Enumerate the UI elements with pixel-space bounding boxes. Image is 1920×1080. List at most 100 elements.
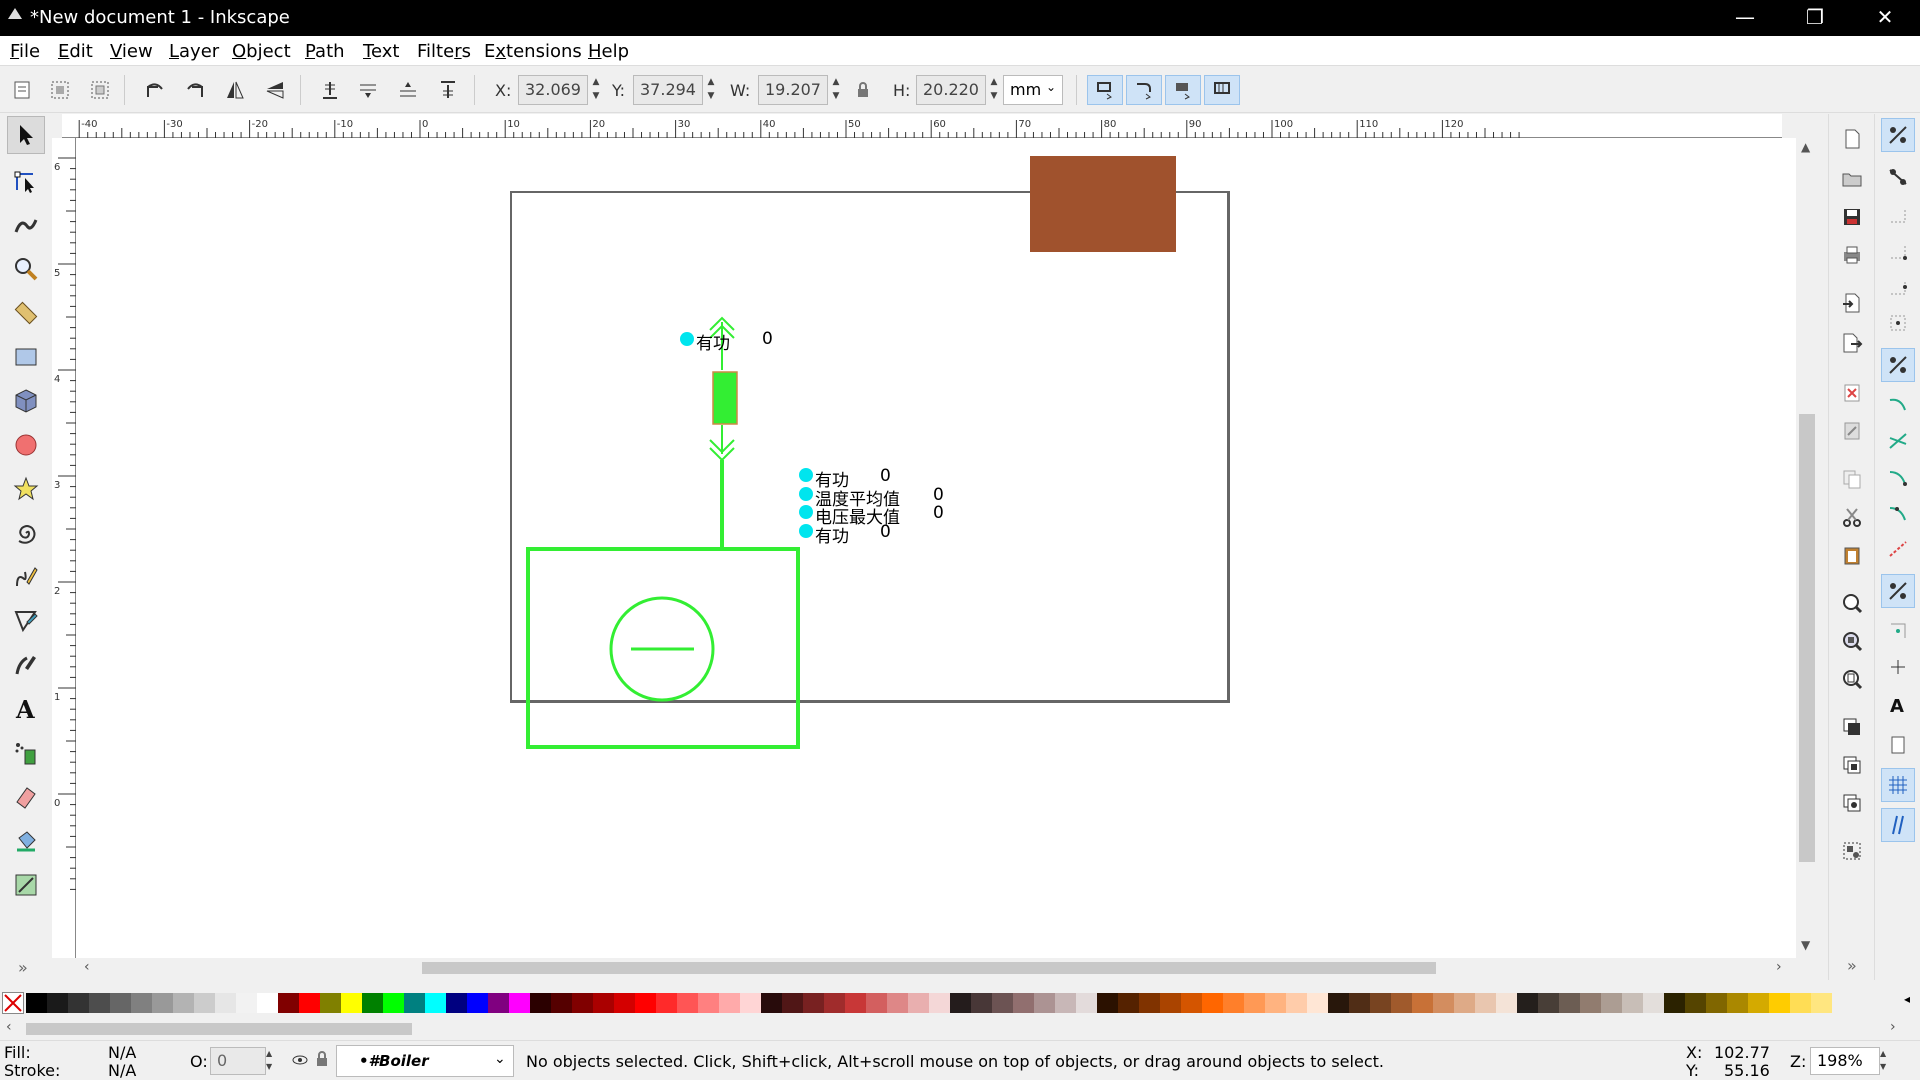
color-swatch[interactable]: [824, 993, 845, 1013]
value-row1[interactable]: 0: [880, 466, 891, 486]
opacity-input[interactable]: 0: [210, 1047, 266, 1075]
color-swatch[interactable]: [257, 993, 278, 1013]
color-swatch[interactable]: [47, 993, 68, 1013]
color-swatch[interactable]: [1706, 993, 1727, 1013]
paint-bucket-tool-icon[interactable]: [7, 822, 45, 860]
color-swatch[interactable]: [1727, 993, 1748, 1013]
menu-extensions[interactable]: Extensions: [484, 41, 582, 62]
palette-scroll-thumb[interactable]: [26, 1023, 412, 1035]
color-swatch[interactable]: [488, 993, 509, 1013]
color-swatch[interactable]: [1643, 993, 1664, 1013]
color-swatch[interactable]: [425, 993, 446, 1013]
color-swatch[interactable]: [1097, 993, 1118, 1013]
color-swatch[interactable]: [677, 993, 698, 1013]
selector-tool-icon[interactable]: [7, 116, 45, 154]
color-swatch[interactable]: [1475, 993, 1496, 1013]
color-swatch[interactable]: [299, 993, 320, 1013]
duplicate-icon[interactable]: [1835, 710, 1869, 744]
menu-file[interactable]: File: [10, 41, 40, 62]
color-swatch[interactable]: [1748, 993, 1769, 1013]
color-swatch[interactable]: [1391, 993, 1412, 1013]
import-icon[interactable]: [1835, 286, 1869, 320]
pencil-tool-icon[interactable]: [7, 558, 45, 596]
color-swatch[interactable]: [1076, 993, 1097, 1013]
color-swatch[interactable]: [446, 993, 467, 1013]
spiral-tool-icon[interactable]: [7, 514, 45, 552]
snap-bbox-midpoints-icon[interactable]: [1881, 270, 1915, 304]
status-dot[interactable]: [799, 468, 813, 482]
horizontal-scroll-thumb[interactable]: [422, 962, 1436, 974]
color-swatch[interactable]: [341, 993, 362, 1013]
color-swatch[interactable]: [1559, 993, 1580, 1013]
x-input[interactable]: 32.069: [518, 75, 588, 105]
color-swatch[interactable]: [1223, 993, 1244, 1013]
y-input[interactable]: 37.294: [633, 75, 703, 105]
export-icon[interactable]: [1835, 326, 1869, 360]
pen-tool-icon[interactable]: [7, 602, 45, 640]
open-icon[interactable]: [1835, 162, 1869, 196]
snap-enable-icon[interactable]: [1881, 118, 1915, 152]
color-swatch[interactable]: [1601, 993, 1622, 1013]
zoom-selection-icon[interactable]: [1835, 586, 1869, 620]
value-top[interactable]: 0: [762, 329, 773, 349]
rotate-cw-icon[interactable]: [180, 75, 210, 105]
color-swatch[interactable]: [1454, 993, 1475, 1013]
color-swatch[interactable]: [1139, 993, 1160, 1013]
color-swatch[interactable]: [1412, 993, 1433, 1013]
redo-icon[interactable]: [1835, 414, 1869, 448]
color-swatch[interactable]: [1769, 993, 1790, 1013]
status-dot[interactable]: [799, 505, 813, 519]
stroke-value[interactable]: N/A: [108, 1061, 136, 1080]
menu-view[interactable]: View: [110, 41, 153, 62]
value-row2[interactable]: 0: [933, 485, 944, 505]
color-swatch[interactable]: [572, 993, 593, 1013]
lower-icon[interactable]: [353, 75, 383, 105]
color-swatch[interactable]: [908, 993, 929, 1013]
color-swatch[interactable]: [236, 993, 257, 1013]
print-icon[interactable]: [1835, 238, 1869, 272]
raise-icon[interactable]: [393, 75, 423, 105]
eraser-tool-icon[interactable]: [7, 778, 45, 816]
snap-bbox-icon[interactable]: [1881, 160, 1915, 194]
tweak-tool-icon[interactable]: [7, 206, 45, 244]
group-icon[interactable]: [1835, 834, 1869, 868]
spray-tool-icon[interactable]: [7, 734, 45, 772]
color-swatch[interactable]: [719, 993, 740, 1013]
value-row3[interactable]: 0: [933, 503, 944, 523]
paste-icon[interactable]: [1835, 538, 1869, 572]
commands-overflow-icon[interactable]: »: [1847, 956, 1857, 975]
snap-cusp-nodes-icon[interactable]: [1881, 460, 1915, 494]
menu-layer[interactable]: Layer: [169, 41, 219, 62]
menu-edit[interactable]: Edit: [58, 41, 93, 62]
rectangle-tool-icon[interactable]: [7, 338, 45, 376]
select-all-icon[interactable]: [7, 75, 37, 105]
eye-icon[interactable]: [292, 1052, 308, 1071]
color-swatch[interactable]: [404, 993, 425, 1013]
palette-scroll-left-icon[interactable]: ‹: [6, 1019, 12, 1035]
node-tool-icon[interactable]: [7, 162, 45, 200]
transform-patterns-icon[interactable]: [1204, 75, 1240, 105]
lock-icon[interactable]: [848, 75, 878, 105]
color-swatch[interactable]: [1790, 993, 1811, 1013]
color-swatch[interactable]: [89, 993, 110, 1013]
color-swatch[interactable]: [656, 993, 677, 1013]
drawing-canvas[interactable]: 有功 0 有功 0 温度平均值 0 电压最大值 0 有功 0: [76, 138, 1796, 958]
close-button[interactable]: ✕: [1850, 0, 1920, 36]
select-all-layers-icon[interactable]: [45, 75, 75, 105]
color-swatch[interactable]: [1118, 993, 1139, 1013]
h-input[interactable]: 20.220: [916, 75, 986, 105]
copy-icon[interactable]: [1835, 462, 1869, 496]
scale-stroke-icon[interactable]: [1087, 75, 1123, 105]
x-spin-arrows[interactable]: ▲ ▼: [588, 75, 604, 105]
color-swatch[interactable]: [383, 993, 404, 1013]
color-swatch[interactable]: [1202, 993, 1223, 1013]
color-swatch[interactable]: [278, 993, 299, 1013]
status-dot[interactable]: [799, 524, 813, 538]
flip-vertical-icon[interactable]: [260, 75, 290, 105]
color-swatch[interactable]: [110, 993, 131, 1013]
color-swatch[interactable]: [467, 993, 488, 1013]
snap-bbox-corners-icon[interactable]: [1881, 234, 1915, 268]
flip-horizontal-icon[interactable]: [220, 75, 250, 105]
rotate-ccw-icon[interactable]: [140, 75, 170, 105]
snap-paths-icon[interactable]: [1881, 388, 1915, 422]
